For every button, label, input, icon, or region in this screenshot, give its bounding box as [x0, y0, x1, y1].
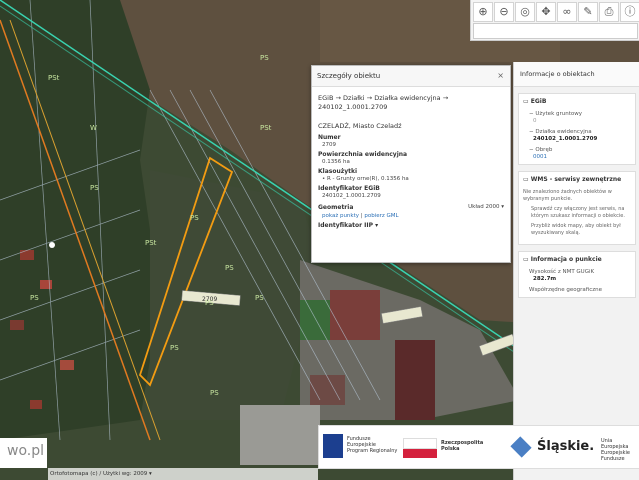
height-value: 282.7m — [533, 276, 557, 282]
row-label: Działka ewidencyjna — [535, 129, 592, 135]
parcel-label: PS — [225, 264, 234, 272]
parcel-label: PS — [190, 214, 199, 222]
field-label-egib-id: Identyfikator EGiB — [318, 185, 380, 192]
map-toolbar: ⊕ ⊖ ◎ ✥ ∞ ✎ ⎙ ⓘ — [470, 0, 639, 41]
eu-funds-logo-icon — [323, 434, 343, 458]
parcel-label: PS — [255, 294, 264, 302]
point-info-title[interactable]: ▭ Informacja o punkcie — [523, 256, 631, 263]
pan-icon[interactable]: ✥ — [536, 2, 556, 22]
parcel-label: PSt — [145, 239, 157, 247]
parcel-label: PSt — [48, 74, 60, 82]
parcel-label: W — [90, 124, 97, 132]
field-label-area: Powierzchnia ewidencyjna — [318, 151, 408, 158]
locate-icon[interactable]: ◎ — [515, 2, 535, 22]
close-icon[interactable]: × — [497, 71, 504, 80]
show-points-link[interactable]: pokaż punkty — [322, 213, 359, 219]
wms-title-text: WMS - serwisy zewnętrzne — [530, 176, 622, 183]
watermark-text: wo.pl — [7, 443, 44, 459]
iip-toggle[interactable]: Identyfikator IIP ▾ — [318, 222, 504, 229]
geometry-links: pokaż punkty | pobierz GML — [318, 213, 504, 219]
slaskie-logo-icon — [510, 436, 532, 458]
wms-message: Nie znaleziono żadnych obiektów w wybran… — [523, 189, 612, 202]
popup-location: CZELADŹ, Miasto Czeladź — [318, 122, 402, 130]
slaskie-logo-text: Śląskie. — [537, 439, 595, 454]
wms-section: ▭ WMS - serwisy zewnętrzne Nie znalezion… — [518, 171, 636, 245]
link-separator: | — [360, 213, 363, 219]
info-icon[interactable]: ⓘ — [620, 2, 639, 22]
search-input[interactable] — [473, 23, 638, 39]
point-info-section: ▭ Informacja o punkcie Wysokość z NMT GU… — [518, 251, 636, 298]
zoom-in-icon[interactable]: ⊕ — [473, 2, 493, 22]
field-label-landuse: Klasoużytki — [318, 168, 358, 175]
road-number-label: 2709 — [202, 296, 217, 303]
egib-title[interactable]: ▭ EGiB — [523, 98, 631, 105]
parcel-label: PSt — [260, 124, 272, 132]
toolbar-buttons: ⊕ ⊖ ◎ ✥ ∞ ✎ ⎙ ⓘ — [473, 2, 639, 22]
map-footer[interactable]: Ortofotomapa (c) / Użytki wg: 2009 ▾ — [48, 468, 318, 480]
watermark: wo.pl — [0, 438, 47, 468]
popup-title: Szczegóły obiektu — [317, 72, 381, 80]
egib-row-precinct[interactable]: − Obręb 0001 — [529, 147, 631, 160]
parcel-label: PS — [170, 344, 179, 352]
popup-body: EGiB → Działki → Działka ewidencyjna → 2… — [312, 87, 510, 234]
rp-logo-text: Rzeczpospolita Polska — [441, 440, 484, 452]
house-roof — [10, 320, 24, 330]
popup-breadcrumb: EGiB → Działki → Działka ewidencyjna → 2… — [318, 94, 449, 111]
polish-flag-icon — [403, 438, 437, 458]
point-info-title-text: Informacja o punkcie — [530, 256, 602, 263]
eu-funds-logo-text: Fundusze Europejskie Program Regionalny — [347, 436, 398, 454]
row-label: Użytek gruntowy — [535, 111, 582, 117]
height-label: Wysokość z NMT GUGiK — [529, 269, 595, 275]
wms-title[interactable]: ▭ WMS - serwisy zewnętrzne — [523, 176, 631, 183]
house-roof — [20, 250, 34, 260]
coords-row: Współrzędne geograficzne — [529, 287, 631, 293]
print-icon[interactable]: ⎙ — [599, 2, 619, 22]
parcel-label: PS — [90, 184, 99, 192]
building-roof — [395, 340, 435, 420]
footer-layer-select[interactable]: Ortofotomapa (c) / Użytki wg: 2009 ▾ — [50, 471, 152, 477]
draw-icon[interactable]: ✎ — [578, 2, 598, 22]
field-label-number: Numer — [318, 134, 341, 141]
egib-row-landuse[interactable]: − Użytek gruntowy 0 — [529, 111, 631, 124]
object-details-popup: Szczegóły obiektu × EGiB → Działki → Dzi… — [311, 65, 511, 263]
egib-section: ▭ EGiB − Użytek gruntowy 0 − Działka ewi… — [518, 93, 636, 165]
field-value-landuse: • R - Grunty orne(R), 0.1356 ha — [322, 176, 409, 182]
wms-hint: Przybliż widok mapy, aby obiekt był wysz… — [531, 223, 621, 236]
field-value-number: 2709 — [322, 142, 336, 148]
row-value[interactable]: 0001 — [533, 154, 631, 160]
building-roof — [330, 290, 380, 340]
coords-label: Współrzędne geograficzne — [529, 287, 602, 293]
building-roof — [310, 375, 345, 405]
house-roof — [60, 360, 74, 370]
house-roof — [40, 280, 52, 289]
building-roof — [240, 405, 320, 465]
funding-banner: Fundusze Europejskie Program Regionalny Rz… — [318, 425, 639, 469]
parcel-label: PS — [210, 389, 219, 397]
geometry-section: Geometria Układ 2000 ▾ — [318, 204, 504, 211]
eu-logo-text: Unia Europejska Europejskie Fundusze — [601, 438, 630, 462]
wms-hint: Sprawdź czy włączony jest serwis, na któ… — [531, 206, 625, 219]
zoom-out-icon[interactable]: ⊖ — [494, 2, 514, 22]
field-value-area: 0.1356 ha — [322, 159, 350, 165]
height-row: Wysokość z NMT GUGiK 282.7m — [529, 269, 631, 282]
popup-header: Szczegóły obiektu × — [312, 66, 510, 87]
egib-row-parcel[interactable]: − Działka ewidencyjna 240102_1.0001.2709 — [529, 129, 631, 142]
panel-title: Informacje o obiektach — [520, 70, 595, 78]
map-marker — [49, 242, 55, 248]
panel-header: Informacje o obiektach — [514, 62, 639, 87]
parcel-label: PS — [30, 294, 39, 302]
house-roof — [30, 400, 42, 409]
objects-info-panel: Informacje o obiektach ▭ EGiB − Użytek g… — [513, 62, 639, 480]
row-value: 0 — [533, 118, 537, 124]
link-icon[interactable]: ∞ — [557, 2, 577, 22]
egib-title-text: EGiB — [530, 98, 547, 105]
building-green-roof — [300, 300, 330, 340]
coordinate-system-select[interactable]: Układ 2000 ▾ — [468, 204, 504, 210]
row-value: 240102_1.0001.2709 — [533, 136, 598, 142]
field-value-egib-id: 240102_1.0001.2709 — [322, 193, 381, 199]
download-gml-link[interactable]: pobierz GML — [364, 213, 398, 219]
row-label: Obręb — [535, 147, 553, 153]
parcel-label: PS — [260, 54, 269, 62]
